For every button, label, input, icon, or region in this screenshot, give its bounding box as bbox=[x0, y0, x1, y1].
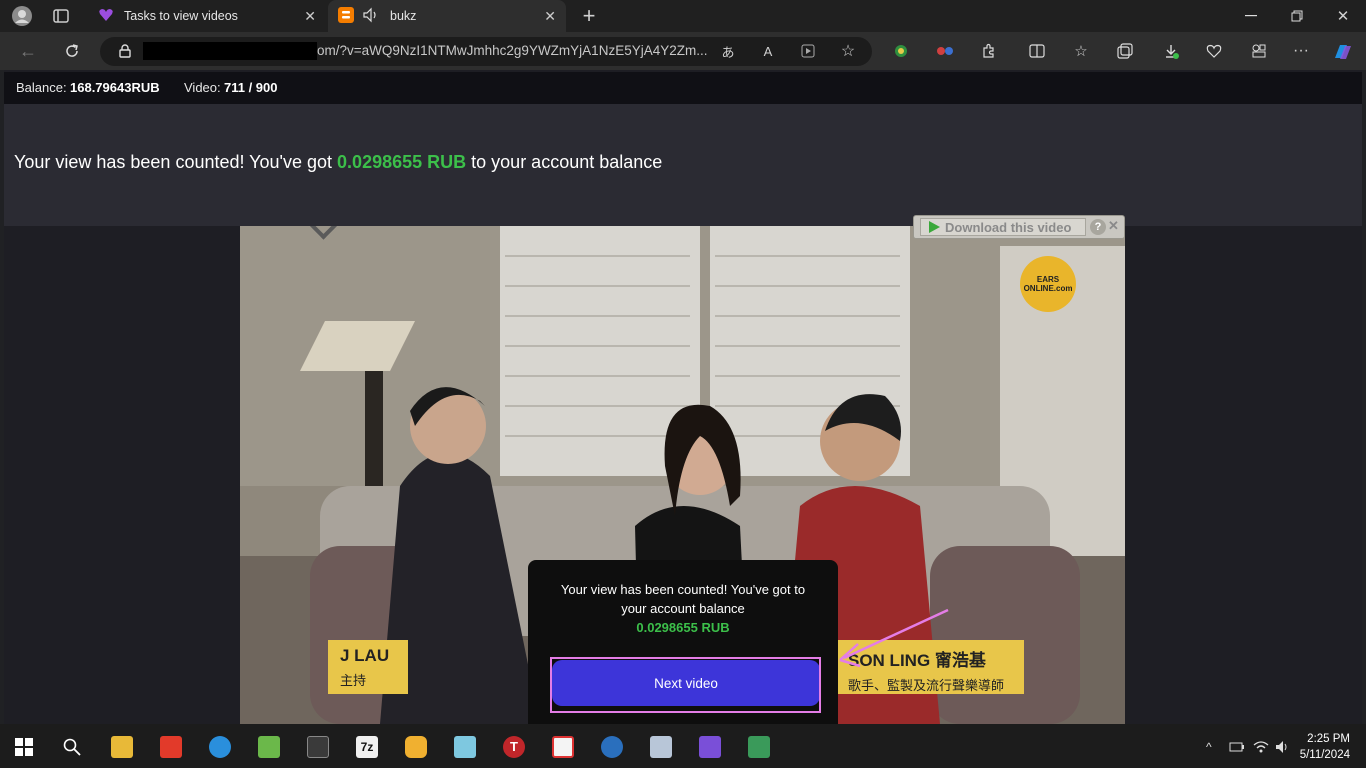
next-video-button[interactable]: Next video bbox=[552, 660, 820, 706]
earsonline-logo: EARS ONLINE.com bbox=[1020, 256, 1076, 312]
terminal-icon[interactable] bbox=[307, 736, 329, 758]
message-amount: 0.0298655 RUB bbox=[337, 152, 467, 172]
stats-bar: Balance: 168.79643RUB Video: 711 / 900 bbox=[4, 72, 1362, 104]
caption-right-role: 歌手、監製及流行聲樂導師 bbox=[848, 678, 1005, 693]
restore-icon[interactable] bbox=[1286, 6, 1308, 26]
balance-value: 168.79643RUB bbox=[70, 80, 160, 95]
file-explorer-icon[interactable] bbox=[111, 736, 133, 758]
read-aloud-icon[interactable]: A bbox=[758, 42, 778, 60]
message-suffix: to your account balance bbox=[471, 152, 663, 172]
close-tab-icon[interactable]: ✕ bbox=[304, 8, 316, 25]
android-icon[interactable] bbox=[748, 736, 770, 758]
translate-icon[interactable]: あ bbox=[718, 42, 738, 60]
speaker-icon[interactable] bbox=[362, 7, 380, 26]
caption-left-name: J LAU bbox=[340, 646, 390, 665]
extensions-puzzle-icon[interactable] bbox=[978, 41, 1000, 61]
caption-left-role: 主持 bbox=[340, 673, 367, 688]
workspaces-icon[interactable] bbox=[1248, 41, 1270, 61]
windows-start-icon[interactable] bbox=[14, 737, 34, 757]
heart-icon bbox=[98, 7, 114, 26]
chevron-up-icon[interactable]: ^ bbox=[1206, 740, 1212, 754]
tab-bukz[interactable]: bukz ✕ bbox=[328, 0, 566, 32]
minimize-icon[interactable] bbox=[1240, 6, 1262, 26]
app-mountain-icon[interactable] bbox=[699, 736, 721, 758]
tab-tasks[interactable]: Tasks to view videos ✕ bbox=[88, 0, 326, 32]
clock-date: 5/11/2024 bbox=[1299, 749, 1350, 761]
video-count-label: Video: bbox=[184, 80, 221, 95]
collections-icon[interactable] bbox=[1114, 41, 1136, 61]
new-tab-icon[interactable]: + bbox=[578, 3, 600, 28]
downloads-icon[interactable] bbox=[1160, 41, 1182, 61]
counted-message: Your view has been counted! You've got 0… bbox=[14, 152, 662, 173]
close-tab-icon[interactable]: ✕ bbox=[544, 8, 556, 25]
app-reader-icon[interactable] bbox=[552, 736, 574, 758]
download-bar: Download this video ? ✕ bbox=[913, 215, 1125, 239]
taskbar bbox=[0, 724, 1366, 768]
favorites-icon[interactable]: ☆ bbox=[1070, 41, 1092, 61]
balance-label: Balance: bbox=[16, 80, 67, 95]
modal-text: Your view has been counted! You've got t… bbox=[560, 582, 806, 616]
tab-title: Tasks to view videos bbox=[124, 9, 238, 23]
tab-actions-icon[interactable] bbox=[50, 6, 72, 26]
tab-bar: Tasks to view videos ✕ bukz ✕ + ✕ bbox=[0, 0, 1366, 32]
help-icon[interactable]: ? bbox=[1090, 219, 1106, 235]
url-text[interactable]: om/?v=aWQ9NzI1NTMwJmhhc2g9YWZmYjA1NzE5Yj… bbox=[317, 43, 712, 58]
app-p-icon[interactable] bbox=[601, 736, 623, 758]
edge-icon[interactable] bbox=[209, 736, 231, 758]
modal-amount: 0.0298655 RUB bbox=[636, 620, 730, 635]
redacted-url-part bbox=[143, 42, 317, 60]
search-icon[interactable] bbox=[62, 737, 82, 757]
clock-time: 2:25 PM bbox=[1307, 733, 1350, 745]
download-video-button[interactable]: Download this video bbox=[920, 218, 1086, 236]
lock-icon[interactable] bbox=[116, 42, 134, 60]
wps-office-icon[interactable] bbox=[160, 736, 182, 758]
tab-title: bukz bbox=[390, 9, 417, 23]
volume-icon[interactable] bbox=[1274, 738, 1292, 756]
back-icon[interactable]: ← bbox=[16, 40, 40, 62]
battery-icon[interactable] bbox=[1228, 738, 1246, 756]
app-t-icon[interactable]: T bbox=[503, 736, 525, 758]
system-clock[interactable]: 2:25 PM 5/11/2024 bbox=[1296, 731, 1350, 763]
app-hexagon-icon[interactable] bbox=[405, 736, 427, 758]
blogger-icon bbox=[338, 6, 354, 26]
copilot-icon[interactable] bbox=[1330, 40, 1356, 64]
notepad-plus-icon[interactable] bbox=[258, 736, 280, 758]
extension-glasses-icon[interactable] bbox=[934, 41, 956, 61]
message-prefix: Your view has been counted! You've got bbox=[14, 152, 333, 172]
wifi-icon[interactable] bbox=[1252, 738, 1270, 756]
video-count-value: 711 / 900 bbox=[224, 80, 278, 95]
download-label: Download this video bbox=[945, 219, 1072, 235]
app-available-icon[interactable] bbox=[798, 42, 818, 60]
performance-heart-icon[interactable] bbox=[1203, 41, 1225, 61]
favorite-star-icon[interactable]: ☆ bbox=[838, 41, 858, 61]
app-crystal-icon[interactable] bbox=[454, 736, 476, 758]
profile-icon[interactable] bbox=[10, 5, 34, 27]
refresh-icon[interactable] bbox=[60, 40, 84, 62]
app-monitor-icon[interactable] bbox=[650, 736, 672, 758]
close-window-icon[interactable]: ✕ bbox=[1332, 6, 1354, 26]
play-icon bbox=[929, 221, 940, 233]
extension-globe-icon[interactable] bbox=[890, 41, 912, 61]
split-screen-icon[interactable] bbox=[1026, 41, 1048, 61]
caption-left: J LAU 主持 bbox=[328, 640, 408, 694]
7zip-icon[interactable]: 7z bbox=[356, 736, 378, 758]
annotation-arrow bbox=[839, 608, 949, 668]
more-menu-icon[interactable]: ··· bbox=[1290, 41, 1312, 61]
close-download-icon[interactable]: ✕ bbox=[1108, 218, 1122, 236]
